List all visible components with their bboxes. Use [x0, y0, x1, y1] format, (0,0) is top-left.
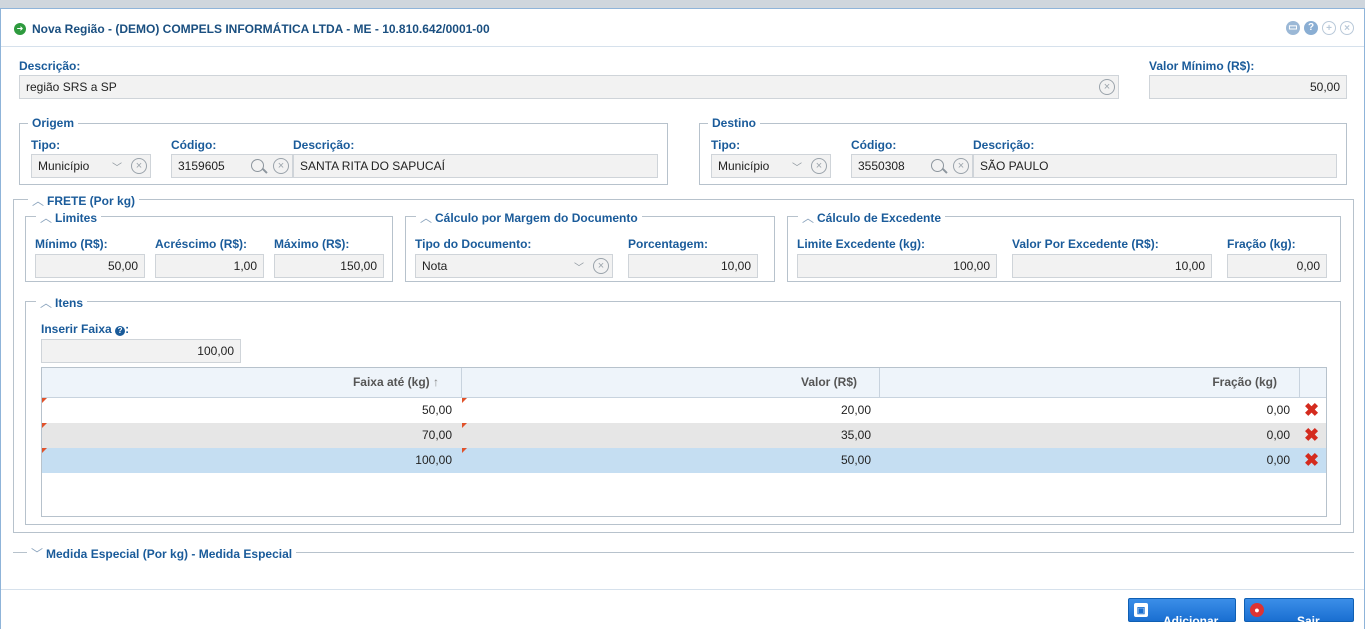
exit-icon: ●: [1250, 603, 1264, 617]
search-icon[interactable]: [931, 159, 944, 172]
minimize-icon[interactable]: ▭: [1286, 21, 1300, 35]
chevron-down-icon[interactable]: ﹀: [792, 159, 802, 174]
delete-icon[interactable]: ✖: [1304, 401, 1319, 419]
save-icon: ▣: [1134, 603, 1148, 617]
clear-icon[interactable]: ×: [273, 158, 289, 174]
maximize-icon[interactable]: +: [1322, 21, 1336, 35]
cell-faixa: 100,00: [415, 453, 452, 467]
acrescimo-label: Acréscimo (R$):: [155, 237, 248, 251]
fracao-input[interactable]: 0,00: [1227, 254, 1327, 278]
origem-descricao-field: SANTA RITA DO SAPUCAÍ: [293, 154, 658, 178]
tipo-documento-label: Tipo do Documento:: [415, 237, 532, 251]
clear-icon[interactable]: ×: [953, 158, 969, 174]
cell-fracao: 0,00: [1266, 403, 1290, 417]
adicionar-button[interactable]: ▣ Adicionar: [1128, 598, 1236, 628]
porcentagem-label: Porcentagem:: [628, 237, 709, 251]
limite-excedente-input[interactable]: 100,00: [797, 254, 997, 278]
add-circle-icon: ➜: [14, 23, 26, 35]
origem-tipo-label: Tipo:: [31, 138, 61, 152]
clear-icon[interactable]: ×: [1099, 79, 1115, 95]
delete-icon[interactable]: ✖: [1304, 451, 1319, 469]
itens-grid: Faixa até (kg) ↑ Valor (R$) Fração (kg) …: [41, 367, 1327, 517]
sair-button[interactable]: ● Sair: [1244, 598, 1354, 628]
destino-descricao-label: Descrição:: [973, 138, 1035, 152]
descricao-label: Descrição:: [19, 59, 81, 73]
origem-descricao-label: Descrição:: [293, 138, 355, 152]
cell-faixa: 50,00: [421, 403, 452, 417]
valor-minimo-label: Valor Mínimo (R$):: [1149, 59, 1255, 73]
medida-especial-group: ﹀ Medida Especial (Por kg) - Medida Espec…: [13, 545, 1354, 562]
grid-header: Faixa até (kg) ↑ Valor (R$) Fração (kg): [42, 368, 1326, 398]
help-icon[interactable]: ?: [115, 326, 126, 336]
cell-fracao: 0,00: [1266, 453, 1290, 467]
cell-valor: 20,00: [840, 403, 871, 417]
clear-icon[interactable]: ×: [131, 158, 147, 174]
acrescimo-input[interactable]: 1,00: [155, 254, 264, 278]
window-controls: ▭ ? + ×: [1286, 21, 1354, 35]
minimo-label: Mínimo (R$):: [35, 237, 108, 251]
footer-bar: ▣ Adicionar ● Sair: [1, 589, 1364, 629]
destino-tipo-label: Tipo:: [711, 138, 741, 152]
origem-codigo-label: Código:: [171, 138, 217, 152]
table-row-selected[interactable]: 100,00 50,00 0,00 ✖: [42, 448, 1326, 473]
limites-legend[interactable]: ︿ Limites: [36, 209, 102, 226]
close-icon[interactable]: ×: [1340, 21, 1354, 35]
fracao-label: Fração (kg):: [1227, 237, 1296, 251]
destino-legend: Destino: [708, 116, 761, 130]
inserir-faixa-input[interactable]: 100,00: [41, 339, 241, 363]
maximo-label: Máximo (R$):: [274, 237, 350, 251]
medida-especial-legend[interactable]: ﹀ Medida Especial (Por kg) - Medida Espec…: [27, 545, 297, 562]
table-row[interactable]: 50,00 20,00 0,00 ✖: [42, 398, 1326, 423]
margem-legend[interactable]: ︿ Cálculo por Margem do Documento: [416, 209, 642, 226]
col-faixa[interactable]: Faixa até (kg) ↑: [42, 368, 462, 397]
clear-icon[interactable]: ×: [811, 158, 827, 174]
col-fracao[interactable]: Fração (kg): [880, 368, 1300, 397]
maximo-input[interactable]: 150,00: [274, 254, 384, 278]
frete-legend[interactable]: ︿ FRETE (Por kg): [28, 192, 140, 209]
chevron-down-icon[interactable]: ﹀: [574, 259, 584, 274]
destino-descricao-field: SÃO PAULO: [973, 154, 1337, 178]
col-valor[interactable]: Valor (R$): [462, 368, 880, 397]
cell-valor: 35,00: [840, 428, 871, 442]
dialog-title: Nova Região - (DEMO) COMPELS INFORMÁTICA…: [32, 22, 490, 36]
valor-excedente-label: Valor Por Excedente (R$):: [1012, 237, 1159, 251]
destino-codigo-label: Código:: [851, 138, 897, 152]
inserir-faixa-label: Inserir Faixa ?:: [41, 322, 130, 336]
dialog-window: ➜ Nova Região - (DEMO) COMPELS INFORMÁTI…: [0, 8, 1365, 629]
cell-valor: 50,00: [840, 453, 871, 467]
valor-minimo-input[interactable]: 50,00: [1149, 75, 1347, 99]
sort-asc-icon: ↑: [433, 375, 439, 389]
help-icon[interactable]: ?: [1304, 21, 1318, 35]
origem-legend: Origem: [28, 116, 79, 130]
excedente-legend[interactable]: ︿ Cálculo de Excedente: [798, 209, 946, 226]
descricao-input[interactable]: região SRS a SP: [19, 75, 1119, 99]
cell-fracao: 0,00: [1266, 428, 1290, 442]
delete-icon[interactable]: ✖: [1304, 426, 1319, 444]
limite-excedente-label: Limite Excedente (kg):: [797, 237, 926, 251]
porcentagem-input[interactable]: 10,00: [628, 254, 758, 278]
minimo-input[interactable]: 50,00: [35, 254, 145, 278]
chevron-down-icon[interactable]: ﹀: [112, 159, 122, 174]
cell-faixa: 70,00: [421, 428, 452, 442]
title-bar: ➜ Nova Região - (DEMO) COMPELS INFORMÁTI…: [1, 9, 1364, 47]
clear-icon[interactable]: ×: [593, 258, 609, 274]
table-row[interactable]: 70,00 35,00 0,00 ✖: [42, 423, 1326, 448]
itens-legend[interactable]: ︿ Itens: [36, 294, 88, 311]
search-icon[interactable]: [251, 159, 264, 172]
valor-excedente-input[interactable]: 10,00: [1012, 254, 1212, 278]
